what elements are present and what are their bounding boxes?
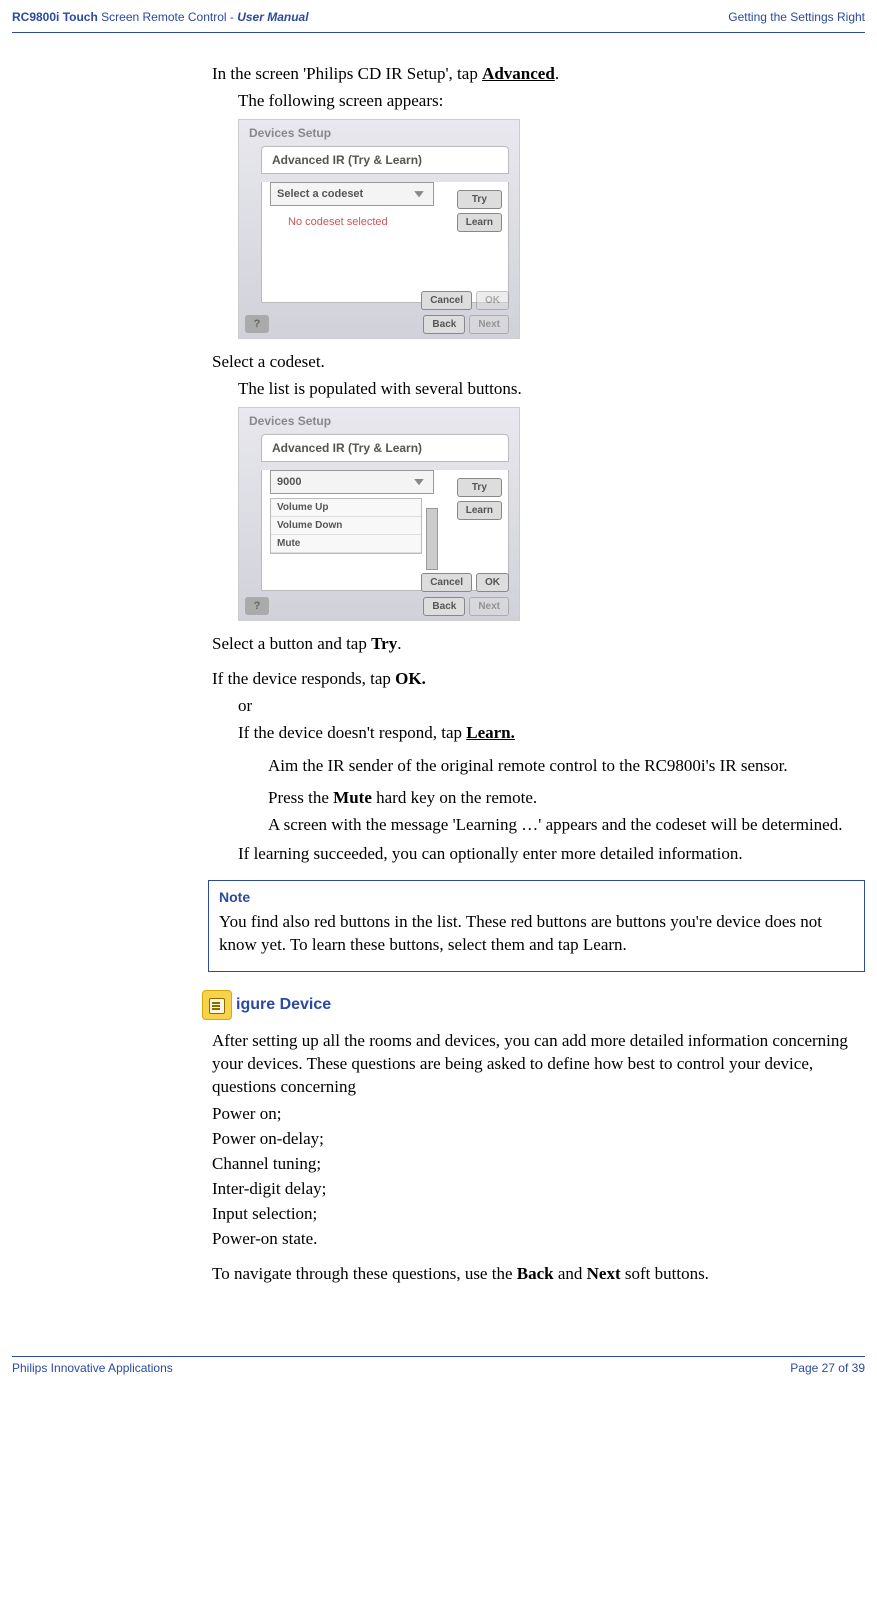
ss2-learn-button[interactable]: Learn	[457, 501, 502, 520]
ss2-ok-button[interactable]: OK	[476, 573, 509, 592]
screenshot-devices-setup-1: Devices Setup Advanced IR (Try & Learn) …	[238, 119, 520, 339]
step-4-result: A screen with the message 'Learning …' a…	[268, 814, 865, 837]
step-4-press-c: hard key on the remote.	[372, 788, 537, 807]
header-left: RC9800i Touch Screen Remote Control - Us…	[12, 10, 309, 24]
ss1-tab: Advanced IR (Try & Learn)	[261, 146, 509, 174]
step-1-text: In the screen 'Philips CD IR Setup', tap…	[212, 63, 865, 86]
step-1-sub: The following screen appears:	[238, 90, 865, 113]
header-rule	[12, 32, 865, 33]
ss1-codeset-dropdown[interactable]: Select a codeset	[270, 182, 434, 206]
page-footer: Philips Innovative Applications Page 27 …	[12, 1356, 865, 1375]
ss1-try-button[interactable]: Try	[457, 190, 502, 209]
chevron-down-icon	[411, 475, 427, 489]
bullet-power-on-delay: Power on-delay;	[212, 1128, 865, 1151]
step-1-advanced: Advanced	[482, 64, 555, 83]
chevron-down-icon	[411, 187, 427, 201]
ss1-learn-button[interactable]: Learn	[457, 213, 502, 232]
ss2-next-button[interactable]: Next	[469, 597, 509, 616]
ss2-list-item-volume-up[interactable]: Volume Up	[271, 499, 421, 517]
bullet-channel-tuning: Channel tuning;	[212, 1153, 865, 1176]
ss2-cancel-button[interactable]: Cancel	[421, 573, 472, 592]
header-user-manual: User Manual	[237, 10, 308, 24]
note-box: Note You find also red buttons in the li…	[208, 880, 865, 972]
step-2-sub: The list is populated with several butto…	[238, 378, 865, 401]
ss1-back-button[interactable]: Back	[423, 315, 465, 334]
notes-icon	[202, 990, 232, 1020]
config-bullets: Power on; Power on-delay; Channel tuning…	[212, 1103, 865, 1251]
nav-c: and	[554, 1264, 587, 1283]
bullet-inter-digit-delay: Inter-digit delay;	[212, 1178, 865, 1201]
nav-e: soft buttons.	[621, 1264, 709, 1283]
nav-next: Next	[587, 1264, 621, 1283]
section-title: igure Device	[236, 996, 331, 1014]
header-subtitle-plain: Screen Remote Control -	[98, 10, 237, 24]
ss1-body: Select a codeset No codeset selected Try…	[261, 182, 509, 303]
ss2-tab: Advanced IR (Try & Learn)	[261, 434, 509, 462]
step-4-succeed: If learning succeeded, you can optionall…	[238, 843, 865, 866]
step-1-part-c: .	[555, 64, 559, 83]
step-4-press-a: Press the	[268, 788, 333, 807]
step-2-text: Select a codeset.	[212, 351, 865, 374]
nav-a: To navigate through these questions, use…	[212, 1264, 517, 1283]
ss2-codeset-dropdown[interactable]: 9000	[270, 470, 434, 494]
step-4-or: or	[238, 695, 865, 718]
step-4-a: If the device responds, tap	[212, 669, 395, 688]
step-1-part-a: In the screen 'Philips CD IR Setup', tap	[212, 64, 482, 83]
footer-left: Philips Innovative Applications	[12, 1361, 173, 1375]
step-3-try: Try	[371, 634, 397, 653]
ss1-ok-button[interactable]: OK	[476, 291, 509, 310]
ss2-scrollbar[interactable]	[426, 508, 438, 570]
step-4-sub-a: If the device doesn't respond, tap	[238, 723, 466, 742]
ss1-next-button[interactable]: Next	[469, 315, 509, 334]
note-title: Note	[219, 889, 854, 905]
step-4-learn-line: If the device doesn't respond, tap Learn…	[238, 722, 865, 745]
nav-back: Back	[517, 1264, 554, 1283]
bullet-power-on: Power on;	[212, 1103, 865, 1126]
step-4-aim: Aim the IR sender of the original remote…	[268, 755, 865, 778]
step-4-mute: Mute	[333, 788, 372, 807]
step-3-c: .	[397, 634, 401, 653]
ss2-button-list: Volume Up Volume Down Mute	[270, 498, 422, 554]
footer-right: Page 27 of 39	[790, 1361, 865, 1375]
ss1-help-button[interactable]: ?	[245, 315, 269, 333]
content-area: In the screen 'Philips CD IR Setup', tap…	[212, 63, 865, 1286]
config-nav: To navigate through these questions, use…	[212, 1263, 865, 1286]
ss1-codeset-label: Select a codeset	[277, 188, 363, 200]
step-3-text: Select a button and tap Try.	[212, 633, 865, 656]
step-4-press: Press the Mute hard key on the remote.	[268, 787, 865, 810]
step-4-learn: Learn.	[466, 723, 515, 742]
ss2-try-button[interactable]: Try	[457, 478, 502, 497]
ss2-list-item-mute[interactable]: Mute	[271, 535, 421, 553]
screenshot-devices-setup-2: Devices Setup Advanced IR (Try & Learn) …	[238, 407, 520, 621]
ss1-cancel-button[interactable]: Cancel	[421, 291, 472, 310]
ss2-list-item-volume-down[interactable]: Volume Down	[271, 517, 421, 535]
ss2-help-button[interactable]: ?	[245, 597, 269, 615]
product-name: RC9800i Touch	[12, 10, 98, 24]
ss2-codeset-value: 9000	[277, 476, 301, 488]
step-4-ok: OK.	[395, 669, 426, 688]
step-4-text: If the device responds, tap OK.	[212, 668, 865, 691]
ss1-title: Devices Setup	[239, 120, 519, 142]
bullet-power-on-state: Power-on state.	[212, 1228, 865, 1251]
note-body: You find also red buttons in the list. T…	[219, 911, 854, 957]
step-3-a: Select a button and tap	[212, 634, 371, 653]
section-heading: igure Device	[202, 990, 865, 1020]
header-right: Getting the Settings Right	[728, 10, 865, 24]
page-header: RC9800i Touch Screen Remote Control - Us…	[12, 10, 865, 24]
ss2-title: Devices Setup	[239, 408, 519, 430]
bullet-input-selection: Input selection;	[212, 1203, 865, 1226]
config-intro: After setting up all the rooms and devic…	[212, 1030, 865, 1099]
ss2-back-button[interactable]: Back	[423, 597, 465, 616]
